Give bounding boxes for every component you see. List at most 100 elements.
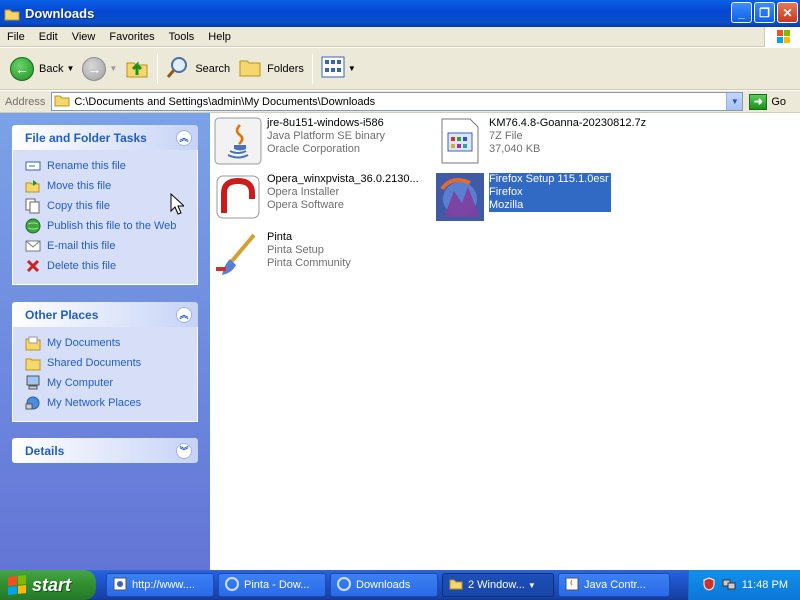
other-places-header[interactable]: Other Places ︽ xyxy=(12,302,198,327)
place-label: Shared Documents xyxy=(47,357,142,369)
details-header[interactable]: Details ︾ xyxy=(12,438,198,463)
browser-icon xyxy=(113,577,127,594)
up-button[interactable] xyxy=(121,52,153,86)
panel-title: Other Places xyxy=(25,307,99,322)
collapse-icon[interactable]: ︽ xyxy=(176,129,192,146)
taskbar-label: Downloads xyxy=(356,579,411,591)
file-company: Opera Software xyxy=(267,199,345,211)
firefox-icon xyxy=(436,173,484,221)
chevron-down-icon: ▼ xyxy=(527,580,536,590)
file-name: jre-8u151-windows-i586 xyxy=(267,117,384,129)
archive-icon xyxy=(436,117,484,165)
file-name: Firefox Setup 115.1.0esr xyxy=(489,173,609,185)
menu-file[interactable]: File xyxy=(0,31,32,43)
taskbar-button-browser[interactable]: http://www.... xyxy=(106,573,214,597)
file-name: Opera_winxpvista_36.0.2130... xyxy=(267,173,419,185)
start-button[interactable]: start xyxy=(0,570,96,600)
windows-flag-icon xyxy=(8,575,26,595)
network-icon xyxy=(25,395,41,411)
menu-edit[interactable]: Edit xyxy=(32,31,65,43)
opera-icon xyxy=(214,173,262,221)
my-computer-link[interactable]: My Computer xyxy=(25,373,197,393)
file-item-selected[interactable]: Firefox Setup 115.1.0esr Firefox Mozilla xyxy=(436,173,611,221)
menu-help[interactable]: Help xyxy=(201,31,238,43)
task-label: Publish this file to the Web xyxy=(47,220,177,232)
rename-icon xyxy=(25,158,41,174)
copy-icon xyxy=(25,198,41,214)
clock[interactable]: 11:48 PM xyxy=(742,579,788,591)
close-button[interactable]: ✕ xyxy=(777,2,798,23)
go-arrow-icon: ➜ xyxy=(749,93,768,110)
taskbar-button-windows-group[interactable]: 2 Window... ▼ xyxy=(442,573,554,597)
minimize-button[interactable]: _ xyxy=(731,2,752,23)
windows-logo-icon xyxy=(764,27,800,47)
java-control-icon xyxy=(565,577,579,594)
file-type: Firefox xyxy=(489,186,523,198)
address-input[interactable]: C:\Documents and Settings\admin\My Docum… xyxy=(51,92,744,111)
go-button[interactable]: ➜ Go xyxy=(749,93,786,110)
task-label: Copy this file xyxy=(47,200,110,212)
toolbar-separator xyxy=(157,53,159,84)
my-documents-link[interactable]: My Documents xyxy=(25,333,197,353)
taskbar-label: http://www.... xyxy=(132,579,195,591)
email-file-link[interactable]: E-mail this file xyxy=(25,236,197,256)
menu-view[interactable]: View xyxy=(65,31,103,43)
file-folder-tasks-header[interactable]: File and Folder Tasks ︽ xyxy=(12,125,198,150)
back-arrow-icon: ← xyxy=(10,56,34,81)
chevron-down-icon[interactable]: ▼ xyxy=(66,64,74,73)
downloads-icon xyxy=(337,576,351,594)
java-icon xyxy=(214,117,262,165)
file-name: Pinta xyxy=(267,231,293,243)
panel-title: Details xyxy=(25,443,65,458)
taskbar-label: Java Contr... xyxy=(584,579,646,591)
address-dropdown-button[interactable]: ▼ xyxy=(726,93,743,110)
task-label: E-mail this file xyxy=(47,240,116,252)
taskbar-button-java[interactable]: Java Contr... xyxy=(558,573,670,597)
address-bar: Address C:\Documents and Settings\admin\… xyxy=(0,91,800,113)
file-item[interactable]: jre-8u151-windows-i586 Java Platform SE … xyxy=(214,117,385,165)
title-bar: Downloads _ ❐ ✕ xyxy=(0,0,800,27)
file-item[interactable]: Pinta Pinta Setup Pinta Community xyxy=(214,231,351,279)
task-label: Rename this file xyxy=(47,160,126,172)
file-company: Mozilla xyxy=(489,199,524,211)
shared-folder-icon xyxy=(25,355,41,371)
publish-web-link[interactable]: Publish this file to the Web xyxy=(25,216,197,236)
taskbar-button-downloads[interactable]: Downloads xyxy=(330,573,438,597)
forward-button[interactable]: → ▼ xyxy=(78,52,121,86)
expand-icon[interactable]: ︾ xyxy=(176,442,192,459)
globe-icon xyxy=(25,218,41,234)
task-pane: File and Folder Tasks ︽ Rename this file… xyxy=(0,113,210,570)
chevron-down-icon[interactable]: ▼ xyxy=(109,64,117,73)
delete-icon xyxy=(25,258,41,274)
back-button[interactable]: ← Back ▼ xyxy=(6,52,78,86)
my-documents-icon xyxy=(25,335,41,351)
task-label: Delete this file xyxy=(47,260,117,272)
search-button[interactable]: Search xyxy=(162,52,234,86)
security-shield-icon[interactable] xyxy=(702,576,716,594)
views-button[interactable]: ▼ xyxy=(317,52,360,86)
network-icon[interactable] xyxy=(722,577,736,594)
back-label: Back xyxy=(39,62,64,75)
file-item[interactable]: Opera_winxpvista_36.0.2130... Opera Inst… xyxy=(214,173,419,221)
menu-tools[interactable]: Tools xyxy=(162,31,202,43)
search-label: Search xyxy=(195,62,231,75)
panel-title: File and Folder Tasks xyxy=(25,130,147,145)
menu-favorites[interactable]: Favorites xyxy=(102,31,161,43)
chevron-down-icon: ▼ xyxy=(347,64,356,73)
rename-file-link[interactable]: Rename this file xyxy=(25,156,197,176)
restore-button[interactable]: ❐ xyxy=(754,2,775,23)
taskbar-button-pinta[interactable]: Pinta - Dow... xyxy=(218,573,326,597)
shared-documents-link[interactable]: Shared Documents xyxy=(25,353,197,373)
place-label: My Documents xyxy=(47,337,121,349)
my-network-places-link[interactable]: My Network Places xyxy=(25,393,197,413)
collapse-icon[interactable]: ︽ xyxy=(176,306,192,323)
folders-button[interactable]: Folders xyxy=(234,52,308,86)
taskbar-label: Pinta - Dow... xyxy=(244,579,310,591)
file-item[interactable]: KM76.4.8-Goanna-20230812.7z 7Z File 37,0… xyxy=(436,117,646,165)
folders-icon xyxy=(238,55,262,82)
views-icon xyxy=(321,56,345,81)
toolbar: ← Back ▼ → ▼ Search Folders ▼ xyxy=(0,48,800,90)
search-icon xyxy=(166,55,190,82)
task-label: Move this file xyxy=(47,180,112,192)
delete-file-link[interactable]: Delete this file xyxy=(25,256,197,276)
